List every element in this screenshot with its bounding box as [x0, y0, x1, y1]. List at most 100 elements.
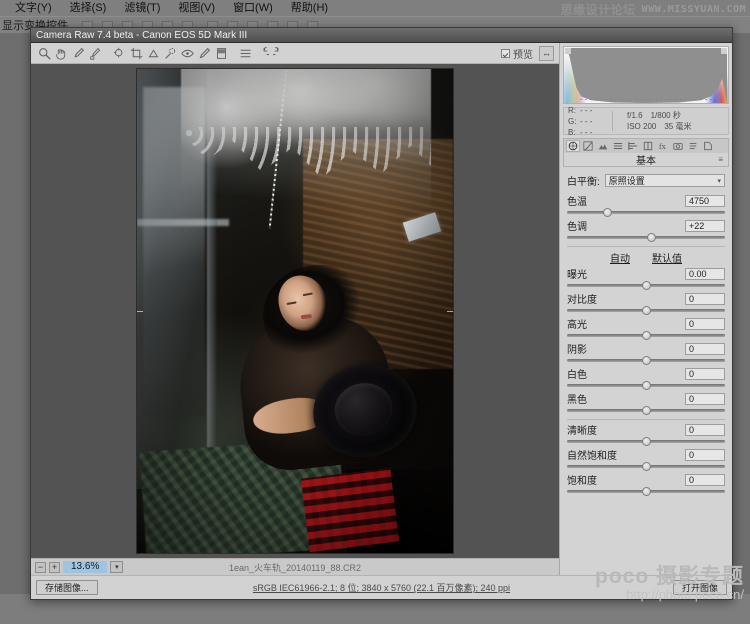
slider-highlights[interactable]: 高光 0: [567, 317, 725, 340]
crop-handle-bottom-right[interactable]: [445, 545, 453, 553]
spot-removal-tool[interactable]: [162, 45, 179, 62]
slider-knob[interactable]: [603, 208, 612, 217]
slider-value[interactable]: 4750: [685, 195, 725, 207]
slider-track[interactable]: [567, 331, 725, 340]
open-image-button[interactable]: 打开图像: [673, 580, 727, 595]
crop-handle-top-right[interactable]: [445, 69, 453, 77]
slider-value[interactable]: 0: [685, 293, 725, 305]
slider-track[interactable]: [567, 281, 725, 290]
slider-value[interactable]: 0: [685, 393, 725, 405]
slider-track[interactable]: [567, 381, 725, 390]
white-balance-tool[interactable]: [70, 45, 87, 62]
slider-saturation[interactable]: 饱和度 0: [567, 473, 725, 496]
slider-clarity[interactable]: 清晰度 0: [567, 423, 725, 446]
tab-snapshots[interactable]: [701, 140, 715, 152]
slider-track[interactable]: [567, 306, 725, 315]
raw-photo-preview[interactable]: [137, 69, 453, 553]
tab-presets[interactable]: [686, 140, 700, 152]
adjustment-brush-tool[interactable]: [196, 45, 213, 62]
slider-contrast[interactable]: 对比度 0: [567, 292, 725, 315]
workflow-options-link[interactable]: sRGB IEC61966-2.1; 8 位; 3840 x 5760 (22.…: [31, 581, 732, 594]
tab-camera-calibration[interactable]: [671, 140, 685, 152]
slider-whites[interactable]: 白色 0: [567, 367, 725, 390]
slider-track[interactable]: [567, 462, 725, 471]
slider-value[interactable]: 0: [685, 449, 725, 461]
zoom-tool[interactable]: [36, 45, 53, 62]
preview-checkbox-box[interactable]: [501, 49, 510, 58]
slider-knob[interactable]: [642, 462, 651, 471]
slider-value[interactable]: 0: [685, 318, 725, 330]
slider-knob[interactable]: [647, 233, 656, 242]
fullscreen-icon[interactable]: ↔: [539, 46, 554, 61]
slider-temperature[interactable]: 色温 4750: [567, 194, 725, 217]
slider-exposure[interactable]: 曝光 0.00: [567, 267, 725, 290]
auto-button[interactable]: 自动: [610, 250, 630, 265]
slider-value[interactable]: 0: [685, 474, 725, 486]
color-sampler-tool[interactable]: [87, 45, 104, 62]
image-canvas[interactable]: [31, 64, 559, 558]
shadow-clipping-icon[interactable]: [565, 48, 571, 54]
auto-default-row[interactable]: 自动 默认值: [567, 250, 725, 265]
slider-value[interactable]: +22: [685, 220, 725, 232]
presets-list-tool[interactable]: [237, 45, 254, 62]
crop-handle-bottom-left[interactable]: [137, 545, 145, 553]
slider-knob[interactable]: [642, 306, 651, 315]
panel-menu-icon[interactable]: ≡: [718, 155, 724, 164]
tab-detail[interactable]: [596, 140, 610, 152]
menu-item-view[interactable]: 视图(V): [169, 0, 224, 16]
menu-item-filter[interactable]: 滤镜(T): [115, 0, 169, 16]
slider-track[interactable]: [567, 406, 725, 415]
white-balance-select[interactable]: 原照设置 ▾: [605, 174, 725, 187]
targeted-adjustment-tool[interactable]: [111, 45, 128, 62]
dialog-title-bar[interactable]: Camera Raw 7.4 beta - Canon EOS 5D Mark …: [31, 28, 732, 43]
camera-raw-toolbar[interactable]: 预览 ↔: [31, 43, 559, 64]
slider-track[interactable]: [567, 233, 725, 242]
tab-basic[interactable]: [566, 140, 580, 152]
slider-value[interactable]: 0: [685, 343, 725, 355]
crop-handle-mid-left[interactable]: [137, 311, 143, 312]
panel-tab-strip[interactable]: fx: [563, 138, 729, 153]
slider-knob[interactable]: [642, 487, 651, 496]
chevron-down-icon[interactable]: ▾: [717, 177, 721, 185]
slider-knob[interactable]: [642, 381, 651, 390]
slider-value[interactable]: 0: [685, 424, 725, 436]
slider-value[interactable]: 0: [685, 368, 725, 380]
hand-tool[interactable]: [53, 45, 70, 62]
menu-item-select[interactable]: 选择(S): [61, 0, 116, 16]
slider-knob[interactable]: [642, 437, 651, 446]
default-button[interactable]: 默认值: [652, 250, 682, 265]
slider-tint[interactable]: 色调 +22: [567, 219, 725, 242]
slider-blacks[interactable]: 黑色 0: [567, 392, 725, 415]
rotate-right-icon[interactable]: [271, 45, 288, 62]
menu-item-help[interactable]: 帮助(H): [282, 0, 337, 16]
crop-handle-top-left[interactable]: [137, 69, 145, 77]
zoom-status-bar[interactable]: − + 13.6% ▾ 1ean_火车轨_20140119_88.CR2: [31, 558, 559, 575]
graduated-filter-tool[interactable]: [213, 45, 230, 62]
white-balance-row[interactable]: 白平衡: 原照设置 ▾: [567, 173, 725, 188]
preview-checkbox[interactable]: 预览: [501, 46, 533, 61]
slider-knob[interactable]: [642, 356, 651, 365]
slider-track[interactable]: [567, 356, 725, 365]
crop-handle-mid-right[interactable]: [447, 311, 453, 312]
red-eye-tool[interactable]: [179, 45, 196, 62]
slider-track[interactable]: [567, 487, 725, 496]
tab-hsl-grayscale[interactable]: [611, 140, 625, 152]
rotate-left-icon[interactable]: [254, 45, 271, 62]
slider-track[interactable]: [567, 208, 725, 217]
slider-shadows[interactable]: 阴影 0: [567, 342, 725, 365]
tab-tone-curve[interactable]: [581, 140, 595, 152]
tab-lens-corrections[interactable]: [641, 140, 655, 152]
dialog-action-buttons[interactable]: 打开图像: [673, 580, 727, 595]
crop-tool[interactable]: [128, 45, 145, 62]
menu-item-type[interactable]: 文字(Y): [6, 0, 61, 16]
slider-knob[interactable]: [642, 406, 651, 415]
highlight-clipping-icon[interactable]: [721, 48, 727, 54]
menu-item-window[interactable]: 窗口(W): [224, 0, 282, 16]
slider-knob[interactable]: [642, 331, 651, 340]
straighten-tool[interactable]: [145, 45, 162, 62]
tab-split-toning[interactable]: [626, 140, 640, 152]
slider-vibrance[interactable]: 自然饱和度 0: [567, 448, 725, 471]
histogram[interactable]: [563, 46, 729, 104]
slider-track[interactable]: [567, 437, 725, 446]
tab-effects[interactable]: fx: [656, 140, 670, 152]
